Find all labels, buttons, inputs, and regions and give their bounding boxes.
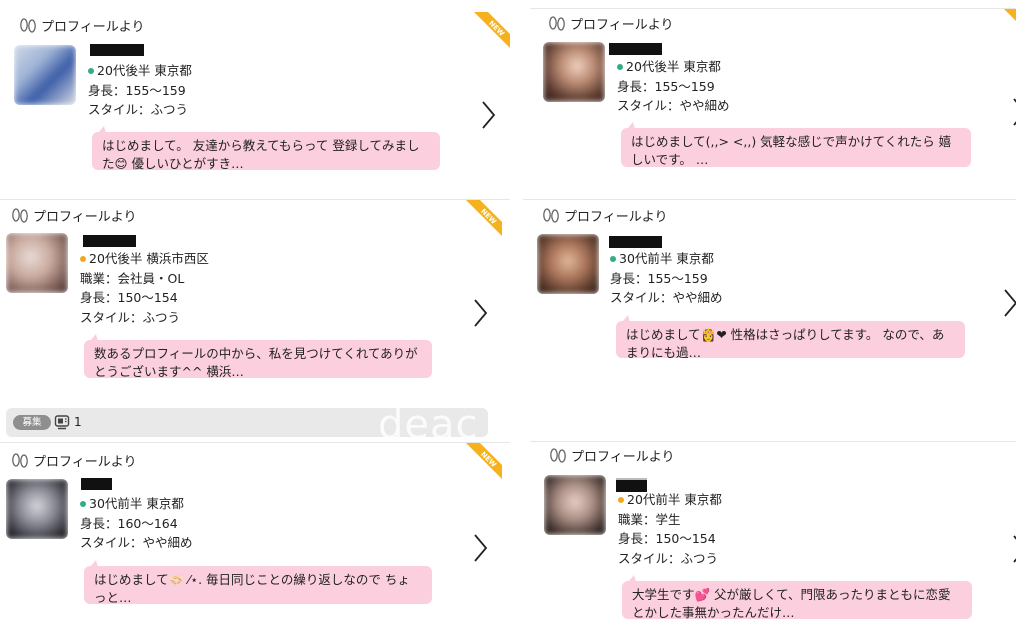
avatar[interactable] bbox=[537, 234, 599, 294]
profile-source-label: プロフィールより bbox=[10, 206, 136, 225]
new-ribbon bbox=[1004, 9, 1016, 21]
status-dot bbox=[610, 256, 616, 262]
message-bubble[interactable]: はじめまして(,,> <,,) 気軽な感じで声かけてくれたら 嬉しいです。 … bbox=[621, 122, 971, 167]
style: スタイル：ふつう bbox=[618, 550, 719, 566]
redacted-name bbox=[609, 43, 662, 55]
avatar[interactable] bbox=[6, 479, 68, 539]
chevron-right-icon[interactable] bbox=[1000, 288, 1016, 318]
message-bubble[interactable]: はじめまして🤝🏻 ⁄⋆. 毎日同じことの繰り返しなので ちょっと… bbox=[84, 560, 432, 605]
message-bubble[interactable]: はじめまして👸❤ 性格はさっぱりしてます。 なので、あまりにも過… bbox=[616, 315, 965, 360]
height: 身長：150〜154 bbox=[80, 290, 178, 305]
profile-card[interactable]: プロフィールより 20代後半 東京都 身長：155〜159 スタイル：ふつう は… bbox=[0, 0, 510, 199]
message-bubble[interactable]: 大学生です💕 父が厳しくて、門限あったりまともに恋愛とかした事無かったんだけ… bbox=[622, 575, 972, 620]
height: 身長：160〜164 bbox=[80, 515, 178, 531]
footprint-icon bbox=[12, 207, 28, 223]
status-dot bbox=[80, 501, 86, 507]
recruit-tag: 募集 bbox=[13, 415, 51, 430]
status-dot bbox=[618, 497, 624, 503]
chevron-right-icon[interactable] bbox=[1009, 534, 1016, 564]
profile-source-label: プロフィールより bbox=[18, 16, 144, 35]
style: スタイル：ふつう bbox=[80, 309, 181, 325]
new-ribbon: NEW bbox=[474, 12, 510, 48]
style: スタイル：やや細め bbox=[617, 98, 730, 113]
age-area: 30代前半 東京都 bbox=[80, 494, 193, 514]
profile-source-label: プロフィールより bbox=[541, 206, 667, 225]
recruit-bar[interactable]: 募集 1 deac bbox=[6, 408, 488, 437]
profile-card[interactable]: プロフィールより 30代前半 東京都 身長：155〜159 スタイル：やや細め … bbox=[523, 199, 1016, 442]
style: スタイル：やや細め bbox=[610, 290, 723, 305]
recruit-count: 1 bbox=[74, 415, 82, 429]
status-dot bbox=[80, 256, 86, 262]
profile-card[interactable]: プロフィールより 20代後半 横浜市西区 職業：会社員・OL 身長：150〜15… bbox=[0, 199, 510, 406]
avatar[interactable] bbox=[6, 233, 68, 293]
message-bubble[interactable]: 数あるプロフィールの中から、私を見つけてくれてありがとうございます^^ 横浜… bbox=[84, 334, 432, 379]
avatar[interactable] bbox=[543, 42, 605, 102]
profile-card[interactable]: プロフィールより 20代前半 東京都 職業：学生 身長：150〜154 スタイル… bbox=[530, 441, 1016, 627]
style: スタイル：やや細め bbox=[80, 535, 193, 550]
status-dot bbox=[617, 64, 623, 70]
watermark: deac bbox=[378, 408, 479, 437]
avatar[interactable] bbox=[544, 475, 606, 535]
occupation: 職業：学生 bbox=[618, 511, 681, 527]
footprint-icon bbox=[549, 15, 565, 31]
redacted-name bbox=[609, 236, 662, 248]
occupation: 職業：会社員・OL bbox=[80, 270, 185, 286]
footprint-icon bbox=[20, 17, 36, 33]
redacted-name bbox=[81, 478, 112, 490]
age-area: 20代後半 横浜市西区 bbox=[80, 249, 209, 269]
chevron-right-icon[interactable] bbox=[478, 100, 498, 130]
profile-source-label: プロフィールより bbox=[548, 446, 674, 465]
profile-card[interactable]: プロフィールより 30代前半 東京都 身長：160〜164 スタイル：やや細め … bbox=[0, 442, 510, 627]
chevron-right-icon[interactable] bbox=[1009, 97, 1016, 127]
height: 身長：150〜154 bbox=[618, 531, 716, 546]
profile-source-label: プロフィールより bbox=[547, 14, 673, 33]
message-bubble[interactable]: はじめまして。 友達から教えてもらって 登録してみました😊 優しいひとがすき… bbox=[92, 126, 440, 171]
redacted-name bbox=[83, 235, 136, 247]
age-area: 30代前半 東京都 bbox=[610, 249, 723, 269]
age-area: 20代前半 東京都 bbox=[618, 490, 722, 510]
redacted-name bbox=[90, 44, 144, 56]
footprint-icon bbox=[12, 452, 28, 468]
avatar[interactable] bbox=[14, 45, 76, 105]
chevron-right-icon[interactable] bbox=[470, 533, 490, 563]
footprint-icon bbox=[543, 207, 559, 223]
height: 身長：155〜159 bbox=[617, 78, 715, 94]
chevron-right-icon[interactable] bbox=[470, 298, 490, 328]
height: 身長：155〜159 bbox=[88, 82, 186, 98]
age-area: 20代後半 東京都 bbox=[617, 57, 730, 77]
profile-card[interactable]: プロフィールより 20代後半 東京都 身長：155〜159 スタイル：やや細め … bbox=[530, 8, 1016, 200]
height: 身長：155〜159 bbox=[610, 270, 708, 286]
status-dot bbox=[88, 68, 94, 74]
new-ribbon: NEW bbox=[466, 200, 502, 236]
new-ribbon: NEW bbox=[466, 443, 502, 479]
style: スタイル：ふつう bbox=[88, 102, 189, 117]
tv-icon bbox=[54, 415, 70, 430]
footprint-icon bbox=[550, 447, 566, 463]
profile-source-label: プロフィールより bbox=[10, 451, 136, 470]
age-area: 20代後半 東京都 bbox=[88, 61, 192, 81]
